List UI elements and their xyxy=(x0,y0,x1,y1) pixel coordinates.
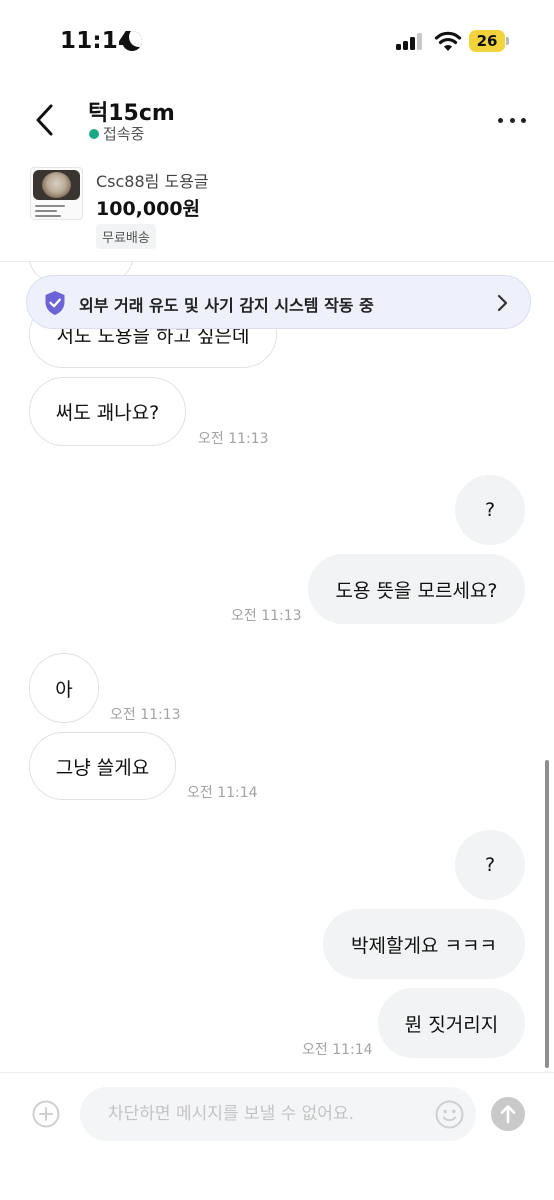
chat-header: 턱15cm 접속중 xyxy=(0,80,554,162)
send-arrow-icon[interactable] xyxy=(491,1097,525,1131)
online-status: 접속중 xyxy=(103,125,145,143)
message-bubble-incoming: 그냥 쓸게요 xyxy=(29,732,176,800)
shipping-badge: 무료배송 xyxy=(96,224,156,249)
product-name: Csc88림 도용글 xyxy=(96,172,209,191)
back-arrow-icon[interactable] xyxy=(30,100,60,140)
message-list[interactable]: 서도 도용을 하고 싶은데 써도 괘나요? 오전 11:13 ? 도용 뜻을 모… xyxy=(0,262,554,1072)
battery-level: 26 xyxy=(469,30,505,52)
more-options-icon[interactable] xyxy=(492,106,532,134)
product-thumbnail xyxy=(30,167,83,220)
wifi-icon xyxy=(434,31,462,51)
message-time: 오전 11:14 xyxy=(187,785,258,801)
message-bubble-outgoing: 도용 뜻을 모르세요? xyxy=(308,554,525,624)
message-time: 오전 11:13 xyxy=(198,431,269,447)
message-bubble-outgoing: 뭔 짓거리지 xyxy=(378,988,525,1058)
message-bubble-incoming: 아 xyxy=(29,653,99,723)
product-card[interactable]: Csc88림 도용글 100,000원 무료배송 xyxy=(0,162,554,262)
message-time: 오전 11:13 xyxy=(231,608,302,624)
message-time: 오전 11:14 xyxy=(302,1042,373,1058)
moon-icon xyxy=(122,31,142,51)
message-bubble-outgoing: ? xyxy=(455,475,525,545)
message-input-bar xyxy=(0,1072,554,1200)
safety-banner-text: 외부 거래 유도 및 사기 감지 시스템 작동 중 xyxy=(79,296,374,315)
shield-check-icon xyxy=(45,291,65,315)
safety-banner[interactable]: 외부 거래 유도 및 사기 감지 시스템 작동 중 xyxy=(26,275,531,329)
emoji-icon[interactable] xyxy=(435,1100,464,1129)
message-bubble-outgoing: 박제할게요 ㅋㅋㅋ xyxy=(323,909,525,979)
product-price: 100,000원 xyxy=(96,198,201,220)
status-bar: 11:14 26 xyxy=(0,0,554,80)
cellular-signal-icon xyxy=(396,33,426,50)
message-bubble-outgoing: ? xyxy=(455,830,525,900)
message-input[interactable] xyxy=(80,1087,476,1141)
plus-circle-icon[interactable] xyxy=(32,1100,60,1128)
message-bubble-incoming: 써도 괘나요? xyxy=(29,377,186,446)
chevron-right-icon xyxy=(497,294,508,312)
online-indicator xyxy=(89,129,99,139)
message-time: 오전 11:13 xyxy=(110,707,181,723)
battery-icon: 26 xyxy=(469,30,509,52)
scrollbar[interactable] xyxy=(545,760,549,1068)
